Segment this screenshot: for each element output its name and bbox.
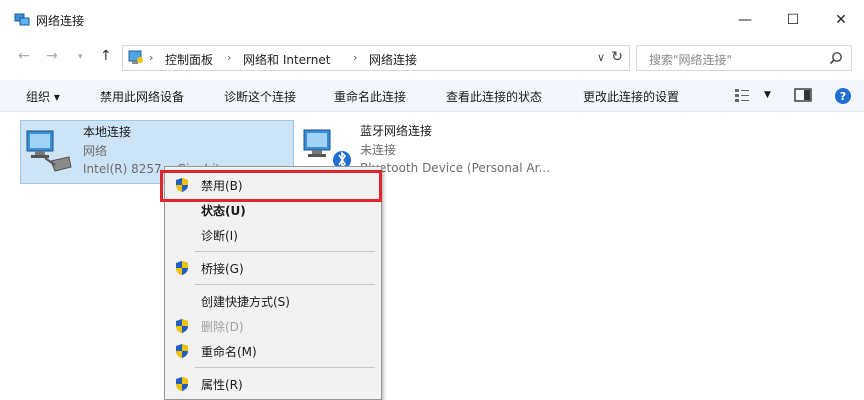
view-options-icon[interactable] <box>734 87 752 103</box>
menu-item-create-shortcut[interactable]: 创建快捷方式(S) <box>165 289 381 313</box>
menu-item-label: 状态(U) <box>201 204 246 218</box>
forward-arrow-icon[interactable]: → <box>46 48 58 64</box>
preview-pane-icon[interactable] <box>794 87 812 103</box>
uac-shield-icon <box>176 344 188 358</box>
connection-name: 本地连接 <box>83 125 132 139</box>
address-bar[interactable]: › 控制面板 › 网络和 Internet › 网络连接 ∨ ↻ <box>122 45 630 71</box>
breadcrumb-separator-icon: › <box>353 51 358 64</box>
back-arrow-icon[interactable]: ← <box>18 48 30 64</box>
connection-status: 网络 <box>83 144 108 158</box>
view-status-button[interactable]: 查看此连接的状态 <box>446 88 542 105</box>
change-settings-button[interactable]: 更改此连接的设置 <box>583 88 679 105</box>
menu-item-label: 诊断(I) <box>201 229 238 243</box>
menu-item-label: 删除(D) <box>201 320 244 334</box>
title-bar: 网络连接 — ☐ ✕ <box>0 0 864 40</box>
breadcrumb-network-connections[interactable]: 网络连接 <box>369 51 417 68</box>
minimize-button[interactable]: — <box>730 8 760 32</box>
menu-item-label: 重命名(M) <box>201 345 257 359</box>
menu-item-label: 桥接(G) <box>201 262 244 276</box>
menu-item-properties[interactable]: 属性(R) <box>165 372 381 396</box>
close-button[interactable]: ✕ <box>826 8 856 32</box>
breadcrumb-separator-icon: › <box>149 51 154 64</box>
help-icon[interactable]: ? <box>834 87 852 105</box>
connection-name: 蓝牙网络连接 <box>360 124 433 138</box>
menu-item-bridge[interactable]: 桥接(G) <box>165 256 381 280</box>
address-row: ← → ▾ ↑ › 控制面板 › 网络和 Internet › 网络连接 ∨ ↻… <box>0 42 864 74</box>
refresh-icon[interactable]: ↻ <box>611 49 623 65</box>
network-connections-icon <box>14 13 30 26</box>
breadcrumb-network-internet[interactable]: 网络和 Internet <box>243 51 330 68</box>
search-placeholder: 搜索"网络连接" <box>649 53 733 67</box>
uac-shield-icon <box>176 319 188 333</box>
search-icon[interactable] <box>829 51 843 65</box>
uac-shield-icon <box>176 377 188 391</box>
view-dropdown-icon[interactable]: ▼ <box>764 90 771 100</box>
maximize-button[interactable]: ☐ <box>778 8 808 32</box>
connection-device: Bluetooth Device (Personal Ar... <box>360 161 550 175</box>
window-title: 网络连接 <box>36 14 85 28</box>
connection-status: 未连接 <box>360 143 397 157</box>
disable-device-button[interactable]: 禁用此网络设备 <box>100 88 184 105</box>
organize-menu[interactable]: 组织 ▾ <box>26 88 60 105</box>
menu-item-label: 属性(R) <box>201 378 243 392</box>
menu-separator <box>195 251 375 252</box>
menu-separator <box>195 284 375 285</box>
control-panel-icon <box>128 50 143 64</box>
ethernet-adapter-icon <box>26 130 72 172</box>
menu-item-rename[interactable]: 重命名(M) <box>165 339 381 363</box>
breadcrumb-control-panel[interactable]: 控制面板 <box>165 51 213 68</box>
highlight-annotation <box>160 170 382 202</box>
address-dropdown-icon[interactable]: ∨ <box>597 51 605 64</box>
menu-item-diagnose[interactable]: 诊断(I) <box>165 223 381 247</box>
breadcrumb-separator-icon: › <box>227 51 232 64</box>
up-arrow-icon[interactable]: ↑ <box>100 48 112 64</box>
search-box[interactable]: 搜索"网络连接" <box>636 45 852 71</box>
svg-text:?: ? <box>840 90 846 103</box>
command-bar: 组织 ▾ 禁用此网络设备 诊断这个连接 重命名此连接 查看此连接的状态 更改此连… <box>0 80 864 112</box>
uac-shield-icon <box>176 261 188 275</box>
menu-separator <box>195 367 375 368</box>
recent-dropdown-icon[interactable]: ▾ <box>78 52 83 62</box>
rename-connection-button[interactable]: 重命名此连接 <box>334 88 406 105</box>
menu-item-delete: 删除(D) <box>165 314 381 338</box>
diagnose-connection-button[interactable]: 诊断这个连接 <box>224 88 296 105</box>
menu-item-label: 创建快捷方式(S) <box>201 295 290 309</box>
